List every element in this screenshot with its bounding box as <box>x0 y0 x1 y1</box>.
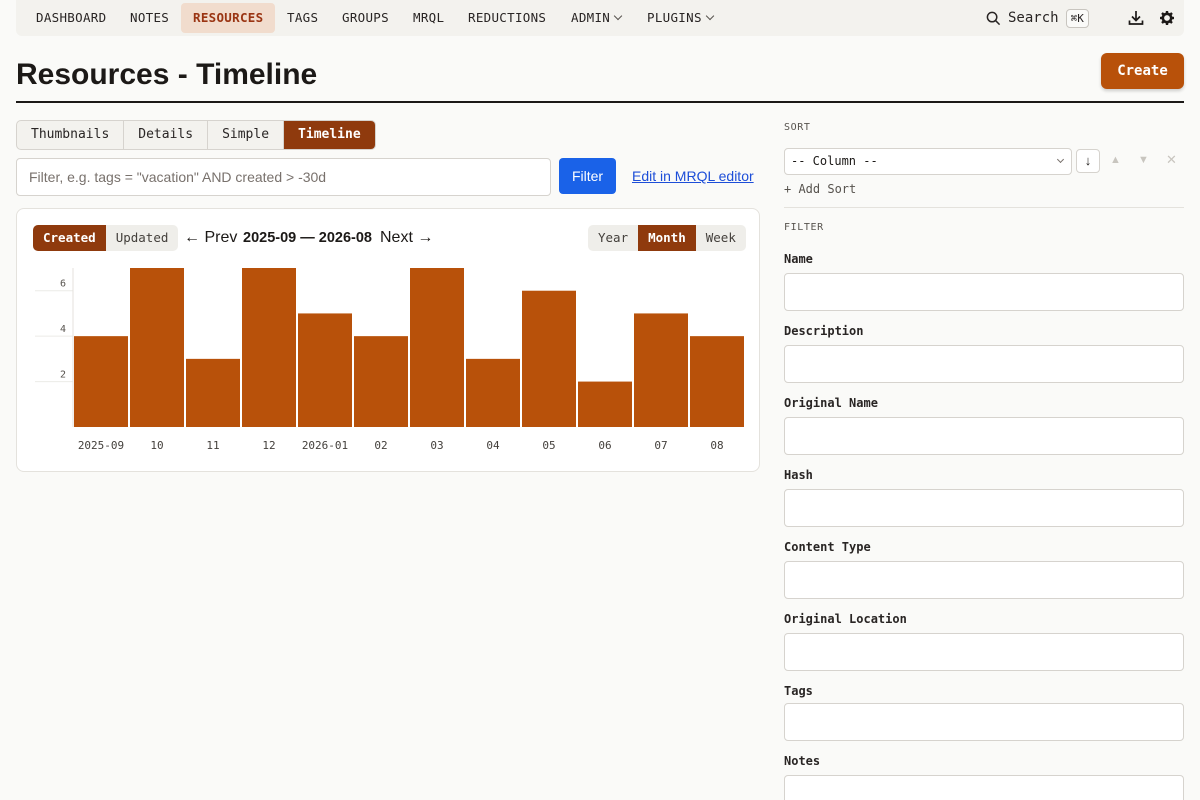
nav-plugins[interactable]: PLUGINS <box>635 3 725 33</box>
timeline-bar[interactable] <box>186 358 240 427</box>
tags-label: Tags <box>784 684 813 698</box>
search-button[interactable]: Search ⌘K <box>986 6 1089 30</box>
timeline-bar[interactable] <box>130 268 184 427</box>
y-tick-label: 2 <box>60 370 66 381</box>
timeline-bar[interactable] <box>466 358 520 427</box>
description-field[interactable] <box>784 345 1184 383</box>
timeline-bar[interactable] <box>298 313 352 427</box>
search-shortcut: ⌘K <box>1065 8 1089 28</box>
create-button[interactable]: Create <box>1101 53 1184 89</box>
sort-section-label: SORT <box>784 122 811 133</box>
move-up-icon[interactable]: ▲ <box>1110 154 1121 166</box>
x-tick-label: 04 <box>486 439 500 452</box>
x-tick-label: 05 <box>542 439 555 452</box>
nav-reductions[interactable]: REDUCTIONS <box>456 3 558 33</box>
chevron-down-icon <box>1056 155 1065 164</box>
top-nav: DASHBOARD NOTES RESOURCES TAGS GROUPS MR… <box>16 0 1184 36</box>
section-divider <box>784 207 1184 208</box>
remove-sort-icon[interactable]: ✕ <box>1166 152 1177 168</box>
gear-icon[interactable] <box>1157 8 1177 28</box>
nav-admin-label: ADMIN <box>571 10 611 25</box>
tab-timeline[interactable]: Timeline <box>284 121 375 149</box>
name-field[interactable] <box>784 273 1184 311</box>
timeline-bar[interactable] <box>634 313 688 427</box>
timeline-bar[interactable] <box>522 290 576 427</box>
content-type-field[interactable] <box>784 561 1184 599</box>
y-tick-label: 4 <box>60 324 66 335</box>
original-location-field[interactable] <box>784 633 1184 671</box>
y-tick-label: 6 <box>60 279 66 290</box>
search-label: Search <box>1008 10 1059 26</box>
timeline-bar[interactable] <box>690 336 744 427</box>
move-down-icon[interactable]: ▼ <box>1138 154 1149 166</box>
sort-column-value: -- Column -- <box>791 154 878 168</box>
timeline-bar[interactable] <box>242 268 296 427</box>
tags-field[interactable] <box>784 703 1184 741</box>
nav-dashboard[interactable]: DASHBOARD <box>24 3 118 33</box>
nav-plugins-label: PLUGINS <box>647 10 702 25</box>
search-icon <box>986 11 1001 25</box>
nav-resources[interactable]: RESOURCES <box>181 3 276 33</box>
timeline-card: Created Updated ← Prev 2025-09 — 2026-08… <box>16 208 760 472</box>
original-location-label: Original Location <box>784 612 907 626</box>
add-sort-button[interactable]: + Add Sort <box>784 182 856 196</box>
download-icon[interactable] <box>1126 8 1146 28</box>
mrql-filter-input[interactable] <box>16 158 551 196</box>
chevron-down-icon <box>613 11 623 21</box>
page-title: Resources - Timeline <box>16 58 318 91</box>
filter-section-label: FILTER <box>784 222 824 233</box>
description-label: Description <box>784 324 864 338</box>
edit-mrql-link[interactable]: Edit in MRQL editor <box>632 168 754 184</box>
timeline-bar-chart: 2 4 6 2025-09 10 11 12 2026-01 02 03 04 05 06 07 08 <box>35 268 744 452</box>
original-name-field[interactable] <box>784 417 1184 455</box>
x-tick-label: 07 <box>654 439 667 452</box>
x-tick-label: 2025-09 <box>78 439 124 452</box>
x-tick-label: 12 <box>262 439 275 452</box>
sort-column-select[interactable]: -- Column -- <box>784 148 1072 175</box>
nav-tags[interactable]: TAGS <box>275 3 330 33</box>
x-tick-label: 08 <box>710 439 723 452</box>
x-tick-label: 11 <box>206 439 219 452</box>
sort-direction-button[interactable]: ↓ <box>1076 149 1100 173</box>
tab-simple[interactable]: Simple <box>208 121 285 149</box>
tab-details[interactable]: Details <box>124 121 209 149</box>
title-divider <box>16 101 1184 103</box>
content-type-label: Content Type <box>784 540 871 554</box>
timeline-bar[interactable] <box>578 381 632 427</box>
original-name-label: Original Name <box>784 396 878 410</box>
filter-button[interactable]: Filter <box>559 158 616 194</box>
x-tick-label: 06 <box>598 439 611 452</box>
view-tabs: Thumbnails Details Simple Timeline <box>16 120 376 150</box>
hash-field[interactable] <box>784 489 1184 527</box>
nav-notes[interactable]: NOTES <box>118 3 181 33</box>
x-tick-label: 02 <box>374 439 387 452</box>
notes-label: Notes <box>784 754 821 768</box>
name-label: Name <box>784 252 813 266</box>
nav-groups[interactable]: GROUPS <box>330 3 401 33</box>
x-tick-label: 03 <box>430 439 443 452</box>
notes-field[interactable] <box>784 775 1184 800</box>
x-tick-label: 2026-01 <box>302 439 348 452</box>
tab-thumbnails[interactable]: Thumbnails <box>17 121 125 149</box>
timeline-bar[interactable] <box>74 336 128 427</box>
timeline-bar[interactable] <box>410 268 464 427</box>
x-tick-label: 10 <box>150 439 163 452</box>
nav-mrql[interactable]: MRQL <box>401 3 456 33</box>
nav-admin[interactable]: ADMIN <box>559 3 633 33</box>
hash-label: Hash <box>784 468 813 482</box>
chevron-down-icon <box>705 11 715 21</box>
timeline-bar[interactable] <box>354 336 408 427</box>
